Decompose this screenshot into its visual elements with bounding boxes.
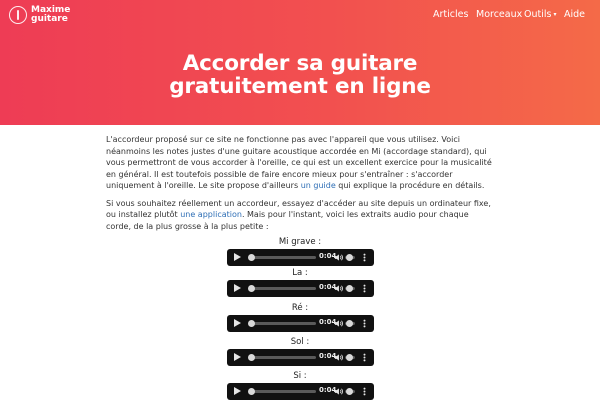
track-label: Mi grave : [278, 237, 322, 247]
nav-outils-dropdown[interactable]: Outils ▾ [524, 9, 556, 20]
brand-name: Maxime guitare [31, 5, 71, 24]
play-icon[interactable] [234, 253, 241, 261]
progress-handle[interactable] [248, 354, 255, 361]
progress-slider[interactable] [248, 354, 316, 361]
guide-link[interactable]: un guide [301, 181, 336, 190]
volume-handle[interactable] [346, 388, 353, 395]
audio-player[interactable]: 0:04 [227, 315, 374, 332]
progress-slider[interactable] [248, 320, 316, 327]
play-icon[interactable] [234, 284, 241, 292]
chevron-down-icon: ▾ [553, 11, 557, 18]
progress-slider[interactable] [248, 388, 316, 395]
more-options-icon[interactable] [360, 387, 369, 396]
app-paragraph: Si vous souhaitez réellement un accordeu… [106, 198, 491, 231]
main-content: L'accordeur proposé sur ce site ne fonct… [106, 134, 496, 238]
track-label: La : [292, 268, 308, 278]
intro-paragraph: L'accordeur proposé sur ce site ne fonct… [106, 135, 492, 190]
volume-icon[interactable] [334, 319, 343, 328]
volume-handle[interactable] [346, 254, 353, 261]
nav-articles[interactable]: Articles [433, 9, 468, 20]
progress-handle[interactable] [248, 320, 255, 327]
more-options-icon[interactable] [360, 253, 369, 262]
play-icon[interactable] [234, 319, 241, 327]
more-options-icon[interactable] [360, 319, 369, 328]
application-link[interactable]: une application [180, 210, 242, 219]
page-title: Accorder sa guitare gratuitement en lign… [169, 51, 431, 99]
play-icon[interactable] [234, 353, 241, 361]
audio-player[interactable]: 0:04 [227, 249, 374, 266]
volume-handle[interactable] [346, 354, 353, 361]
progress-slider[interactable] [248, 285, 316, 292]
nav-morceaux[interactable]: Morceaux [476, 9, 522, 20]
volume-handle[interactable] [346, 320, 353, 327]
play-icon[interactable] [234, 387, 241, 395]
audio-player[interactable]: 0:04 [227, 280, 374, 297]
audio-player[interactable]: 0:04 [227, 349, 374, 366]
progress-handle[interactable] [248, 388, 255, 395]
track-label: Si : [293, 371, 307, 381]
volume-icon[interactable] [334, 387, 343, 396]
progress-slider[interactable] [248, 254, 316, 261]
volume-icon[interactable] [334, 284, 343, 293]
progress-handle[interactable] [248, 285, 255, 292]
volume-icon[interactable] [334, 353, 343, 362]
audio-player[interactable]: 0:04 [227, 383, 374, 400]
track-label: Ré : [291, 303, 309, 313]
more-options-icon[interactable] [360, 353, 369, 362]
volume-handle[interactable] [346, 285, 353, 292]
track-label: Sol : [290, 337, 310, 347]
volume-icon[interactable] [334, 253, 343, 262]
hero-banner: Maxime guitare Articles Morceaux Outils ▾… [0, 0, 600, 125]
guitar-logo-icon [9, 6, 27, 24]
site-logo[interactable]: Maxime guitare [9, 6, 70, 24]
more-options-icon[interactable] [360, 284, 369, 293]
progress-handle[interactable] [248, 254, 255, 261]
nav-aide[interactable]: Aide [564, 9, 585, 20]
